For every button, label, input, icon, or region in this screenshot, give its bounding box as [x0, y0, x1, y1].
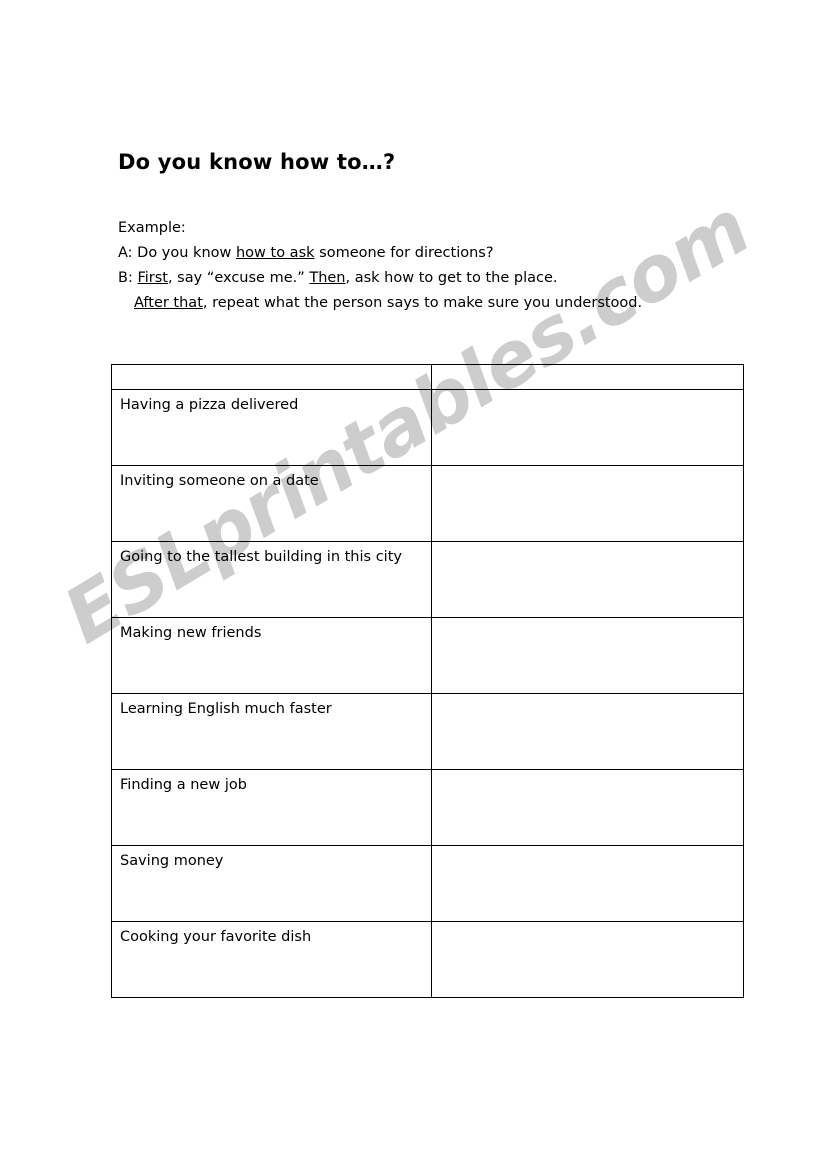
underlined-phrase: how to ask: [235, 245, 315, 261]
prompt-text: Finding a new job: [120, 777, 247, 793]
table-cell-answer[interactable]: [431, 693, 744, 770]
prompt-text: Making new friends: [120, 625, 262, 641]
table-cell-answer[interactable]: [431, 465, 744, 542]
underlined-phrase: First: [137, 270, 168, 286]
example-line-c: After that, repeat what the person says …: [118, 291, 738, 316]
table-row: Cooking your favorite dish: [111, 921, 744, 998]
table-cell-answer[interactable]: [431, 845, 744, 922]
table-row: Going to the tallest building in this ci…: [111, 541, 744, 618]
table-header-cell-prompt: [111, 364, 432, 390]
table-header-cell-answer: [431, 364, 744, 390]
prompt-text: Inviting someone on a date: [120, 473, 319, 489]
table-row: Making new friends: [111, 617, 744, 694]
worksheet-content: Do you know how to…? Example: A: Do you …: [0, 0, 821, 1169]
prompt-text: Cooking your favorite dish: [120, 929, 312, 945]
page-title: Do you know how to…?: [118, 150, 396, 174]
example-line-b: B: First, say “excuse me.” Then, ask how…: [118, 266, 738, 291]
example-label: Example:: [118, 220, 186, 236]
prompt-text: Having a pizza delivered: [120, 397, 299, 413]
example-text-segment: A: Do you know: [118, 245, 236, 261]
example-line-a: A: Do you know how to ask someone for di…: [118, 241, 738, 266]
table-cell-answer[interactable]: [431, 541, 744, 618]
table-cell-prompt: Making new friends: [111, 617, 432, 694]
table-cell-prompt: Saving money: [111, 845, 432, 922]
table-cell-prompt: Having a pizza delivered: [111, 389, 432, 466]
example-block: Example: A: Do you know how to ask someo…: [118, 216, 738, 316]
table-cell-prompt: Going to the tallest building in this ci…: [111, 541, 432, 618]
table-row: Finding a new job: [111, 769, 744, 846]
table-row: Having a pizza delivered: [111, 389, 744, 466]
table-cell-answer[interactable]: [431, 389, 744, 466]
table-cell-prompt: Learning English much faster: [111, 693, 432, 770]
worksheet-page: ESLprintables.com Do you know how to…? E…: [0, 0, 821, 1169]
example-text-segment: someone for directions?: [314, 245, 494, 261]
table-row: Saving money: [111, 845, 744, 922]
table-header-row: [111, 364, 744, 390]
example-text-segment: , say “excuse me.”: [167, 270, 310, 286]
table-row: Learning English much faster: [111, 693, 744, 770]
prompt-text: Going to the tallest building in this ci…: [120, 549, 402, 565]
prompt-text: Saving money: [120, 853, 224, 869]
table-cell-prompt: Cooking your favorite dish: [111, 921, 432, 998]
worksheet-table: Having a pizza delivered Inviting someone…: [111, 364, 744, 998]
table-body: Having a pizza delivered Inviting someone…: [111, 364, 744, 998]
prompt-text: Learning English much faster: [120, 701, 332, 717]
example-text-segment: , ask how to get to the place.: [345, 270, 558, 286]
table-row: Inviting someone on a date: [111, 465, 744, 542]
table-cell-answer[interactable]: [431, 617, 744, 694]
underlined-phrase: Then: [309, 270, 346, 286]
table-cell-answer[interactable]: [431, 921, 744, 998]
underlined-phrase: After that: [134, 295, 203, 311]
table-cell-prompt: Inviting someone on a date: [111, 465, 432, 542]
table-cell-answer[interactable]: [431, 769, 744, 846]
table-cell-prompt: Finding a new job: [111, 769, 432, 846]
example-text-segment: B:: [118, 270, 138, 286]
example-text-segment: , repeat what the person says to make su…: [202, 295, 643, 311]
